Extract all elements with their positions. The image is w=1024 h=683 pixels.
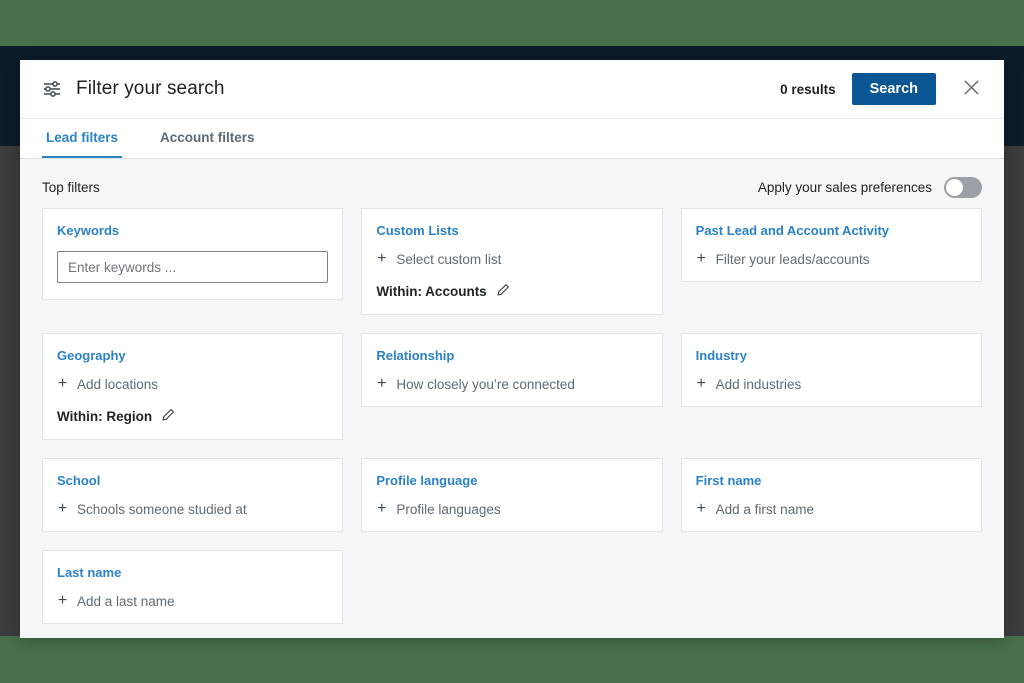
filter-title-industry[interactable]: Industry <box>696 348 967 363</box>
filter-action-add-locations[interactable]: + Add locations <box>57 376 328 392</box>
filter-title-last-name[interactable]: Last name <box>57 565 328 580</box>
filters-panel: Top filters Apply your sales preferences… <box>20 159 1004 638</box>
section-label-top-filters: Top filters <box>42 180 100 195</box>
filter-title-school[interactable]: School <box>57 473 328 488</box>
filter-title-custom-lists[interactable]: Custom Lists <box>376 223 647 238</box>
filter-title-past-activity[interactable]: Past Lead and Account Activity <box>696 223 967 238</box>
filter-within-custom-lists: Within: Accounts <box>376 283 647 300</box>
filter-action-first-name[interactable]: + Add a first name <box>696 501 967 517</box>
filter-action-add-industries[interactable]: + Add industries <box>696 376 967 392</box>
filter-action-profile-languages[interactable]: + Profile languages <box>376 501 647 517</box>
modal-header: Filter your search 0 results Search <box>20 60 1004 118</box>
filter-card-school: School + Schools someone studied at <box>42 458 343 532</box>
modal-header-left: Filter your search <box>42 78 225 100</box>
sliders-icon <box>42 79 62 99</box>
filter-action-label: Filter your leads/accounts <box>716 252 870 267</box>
plus-icon: + <box>696 251 707 267</box>
pencil-icon <box>496 283 510 300</box>
plus-icon: + <box>57 501 68 517</box>
sales-preferences-toggle[interactable] <box>944 177 982 198</box>
close-icon <box>962 78 981 100</box>
filter-card-last-name: Last name + Add a last name <box>42 550 343 624</box>
filter-search-modal: Filter your search 0 results Search Lead… <box>20 60 1004 638</box>
filter-tabs: Lead filters Account filters <box>20 118 1004 159</box>
pencil-icon <box>161 408 175 425</box>
tab-account-filters[interactable]: Account filters <box>156 119 259 158</box>
filter-action-label: How closely you’re connected <box>396 377 575 392</box>
plus-icon: + <box>376 251 387 267</box>
filter-card-keywords: Keywords <box>42 208 343 300</box>
filter-action-last-name[interactable]: + Add a last name <box>57 593 328 609</box>
filters-panel-header: Top filters Apply your sales preferences <box>20 159 1004 208</box>
sales-preferences-control: Apply your sales preferences <box>758 177 982 198</box>
filter-action-school[interactable]: + Schools someone studied at <box>57 501 328 517</box>
plus-icon: + <box>376 376 387 392</box>
edit-within-button[interactable] <box>161 408 175 425</box>
modal-header-right: 0 results Search <box>780 73 984 105</box>
filter-action-label: Add industries <box>716 377 802 392</box>
filter-title-geography[interactable]: Geography <box>57 348 328 363</box>
tab-lead-filters[interactable]: Lead filters <box>42 119 122 158</box>
plus-icon: + <box>57 593 68 609</box>
filter-action-past-activity[interactable]: + Filter your leads/accounts <box>696 251 967 267</box>
filter-action-select-custom-list[interactable]: + Select custom list <box>376 251 647 267</box>
search-button[interactable]: Search <box>852 73 936 105</box>
plus-icon: + <box>57 376 68 392</box>
filter-title-first-name[interactable]: First name <box>696 473 967 488</box>
results-count: 0 results <box>780 82 836 97</box>
filter-title-profile-language[interactable]: Profile language <box>376 473 647 488</box>
filter-action-relationship[interactable]: + How closely you’re connected <box>376 376 647 392</box>
filter-action-label: Select custom list <box>396 252 501 267</box>
close-button[interactable] <box>958 76 984 102</box>
filter-within-geography: Within: Region <box>57 408 328 425</box>
filter-action-label: Add a first name <box>716 502 814 517</box>
filter-card-relationship: Relationship + How closely you’re connec… <box>361 333 662 407</box>
filter-action-label: Add locations <box>77 377 158 392</box>
plus-icon: + <box>696 376 707 392</box>
keywords-input[interactable] <box>57 251 328 283</box>
toggle-knob <box>946 179 963 196</box>
plus-icon: + <box>376 501 387 517</box>
filter-action-label: Add a last name <box>77 594 175 609</box>
filters-grid: Keywords Custom Lists + Select custom li… <box>20 208 1004 624</box>
filter-card-geography: Geography + Add locations Within: Region <box>42 333 343 440</box>
filter-card-custom-lists: Custom Lists + Select custom list Within… <box>361 208 662 315</box>
filter-card-first-name: First name + Add a first name <box>681 458 982 532</box>
filter-action-label: Schools someone studied at <box>77 502 247 517</box>
edit-within-button[interactable] <box>496 283 510 300</box>
filter-within-label: Within: Region <box>57 409 152 424</box>
filter-within-label: Within: Accounts <box>376 284 486 299</box>
plus-icon: + <box>696 501 707 517</box>
filter-card-industry: Industry + Add industries <box>681 333 982 407</box>
filter-card-past-activity: Past Lead and Account Activity + Filter … <box>681 208 982 282</box>
filter-action-label: Profile languages <box>396 502 500 517</box>
filter-title-keywords[interactable]: Keywords <box>57 223 328 238</box>
filter-card-profile-language: Profile language + Profile languages <box>361 458 662 532</box>
sales-preferences-label: Apply your sales preferences <box>758 180 932 195</box>
page-title: Filter your search <box>76 78 225 100</box>
filter-title-relationship[interactable]: Relationship <box>376 348 647 363</box>
